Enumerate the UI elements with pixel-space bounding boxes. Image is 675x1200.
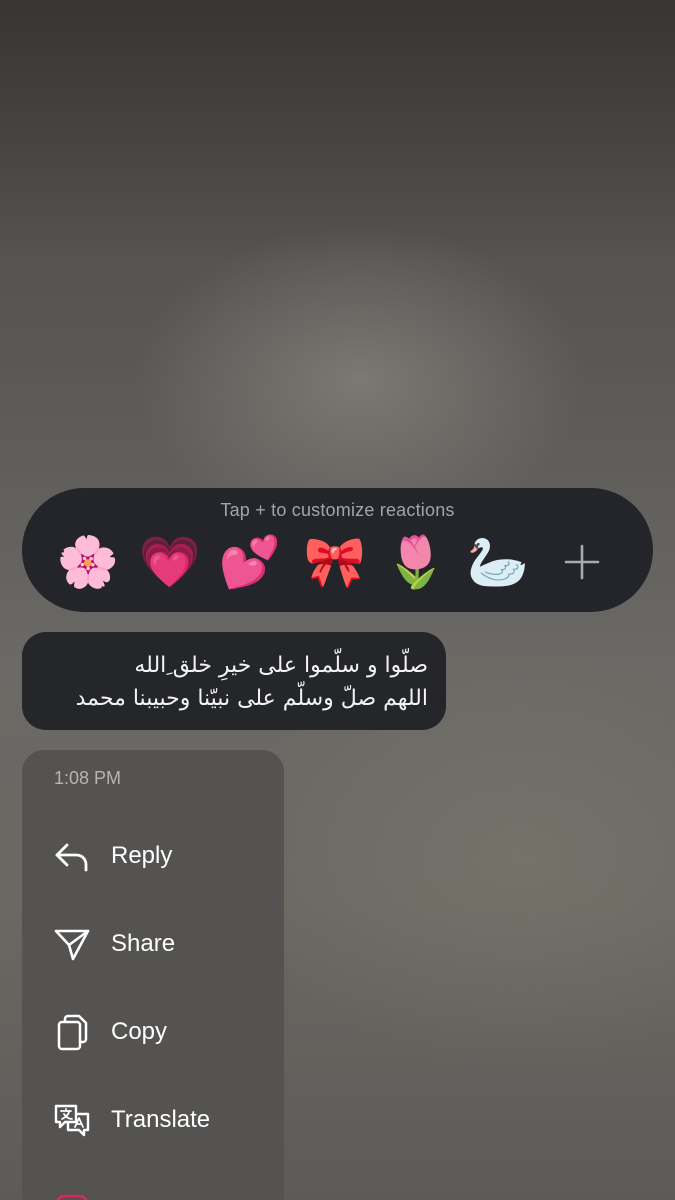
swan-icon[interactable]: 🦢 — [466, 530, 530, 594]
reaction-bar: Tap + to customize reactions 🌸 💗 💕 🎀 🌷 🦢 — [22, 488, 653, 612]
menu-label-partial: ■ — [111, 1194, 126, 1200]
menu-item-share[interactable]: Share — [22, 912, 284, 972]
message-line-1: صلّوا و سلّموا على خيرِ خلق ِالله — [134, 653, 428, 678]
emoji-row: 🌸 💗 💕 🎀 🌷 🦢 — [22, 530, 653, 594]
menu-item-translate[interactable]: Translate — [22, 1088, 284, 1148]
menu-label-copy: Copy — [111, 1018, 168, 1045]
translate-icon — [54, 1104, 90, 1137]
menu-item-reply[interactable]: Reply — [22, 824, 284, 884]
context-menu: 1:08 PM Reply Share Copy Translate — [22, 750, 284, 1200]
message-line-2: اللهم صلّ وسلّم على نبيّنا وحبيبنا محمد — [75, 686, 428, 711]
reaction-hint: Tap + to customize reactions — [220, 500, 455, 520]
report-icon — [56, 1194, 88, 1200]
blurred-background — [0, 0, 675, 260]
copy-icon — [57, 1014, 88, 1051]
share-icon — [54, 929, 90, 961]
tulip-icon[interactable]: 🌷 — [384, 530, 448, 594]
ribbon-icon[interactable]: 🎀 — [303, 530, 367, 594]
message-bubble[interactable]: صلّوا و سلّموا على خيرِ خلق ِالله اللهم … — [22, 632, 446, 730]
reply-icon — [55, 843, 88, 872]
menu-item-partial[interactable]: ■ — [22, 1178, 284, 1200]
menu-label-translate: Translate — [111, 1106, 211, 1133]
menu-item-copy[interactable]: Copy — [22, 1000, 284, 1060]
growing-heart-icon[interactable]: 💗 — [138, 530, 202, 594]
message-timestamp: 1:08 PM — [54, 768, 122, 788]
menu-label-share: Share — [111, 930, 176, 957]
cherry-blossom-icon[interactable]: 🌸 — [56, 530, 120, 594]
plus-icon[interactable] — [560, 540, 604, 584]
two-hearts-icon[interactable]: 💕 — [218, 530, 282, 594]
menu-label-reply: Reply — [111, 842, 173, 869]
